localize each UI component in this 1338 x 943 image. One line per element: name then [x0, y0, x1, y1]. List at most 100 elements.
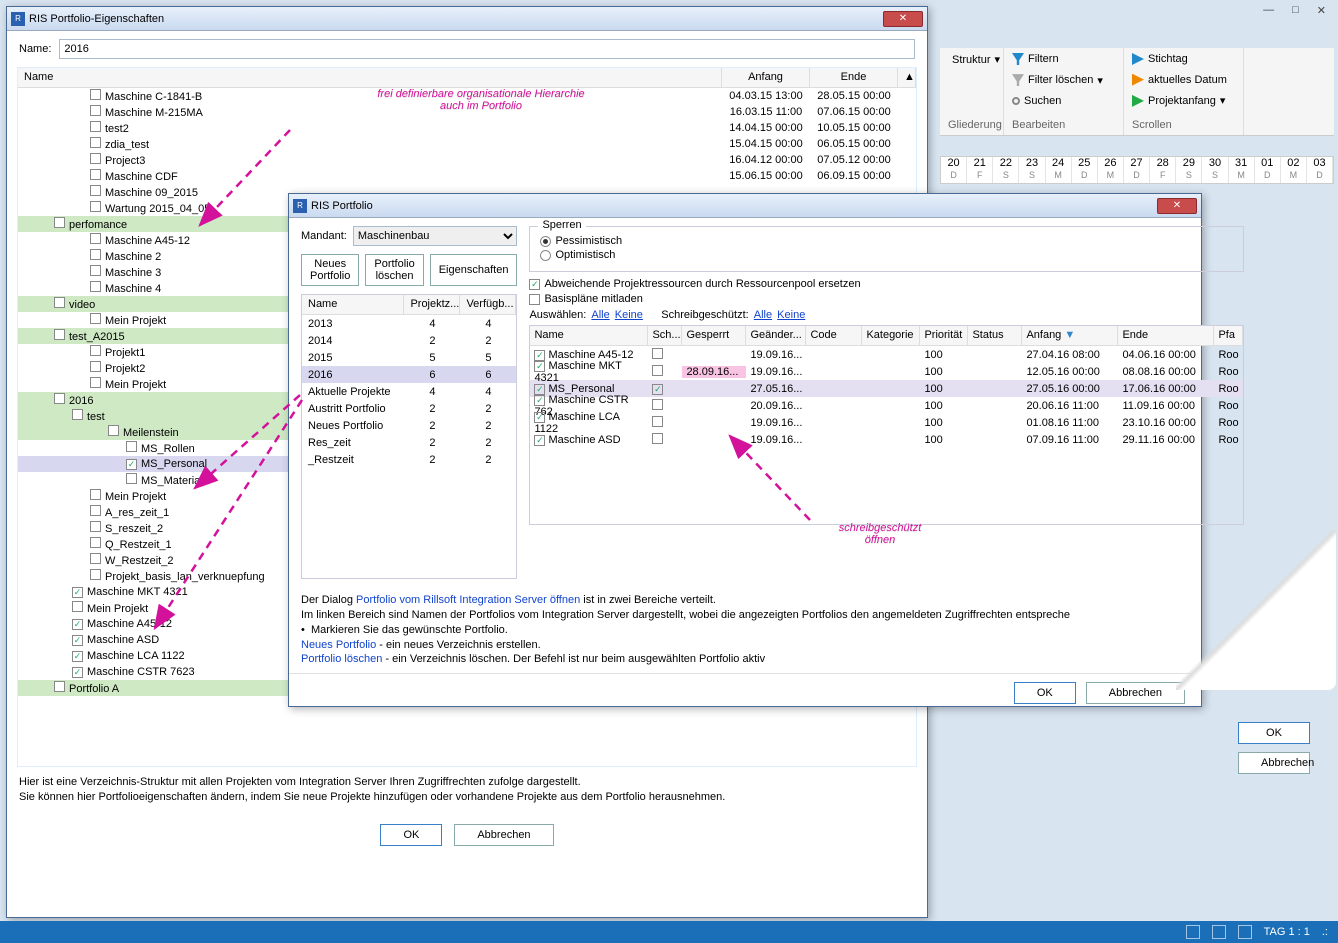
- neues-portfolio-button[interactable]: Neues Portfolio: [301, 254, 359, 286]
- radio-optimistisch[interactable]: Optimistisch: [540, 249, 1232, 261]
- project-row[interactable]: ✓Maschine ASD19.09.16...10007.09.16 11:0…: [530, 431, 1242, 448]
- checkbox-icon[interactable]: [90, 553, 101, 564]
- bg-min-button[interactable]: —: [1257, 4, 1280, 17]
- mandant-select[interactable]: Maschinenbau: [353, 226, 518, 246]
- project-table[interactable]: Name Sch... Gesperrt Geänder... Code Kat…: [529, 325, 1243, 525]
- checkbox-icon[interactable]: ✓: [72, 651, 83, 662]
- col-anfang[interactable]: Anfang: [722, 68, 810, 87]
- checkbox-icon[interactable]: [54, 681, 65, 692]
- checkbox-icon[interactable]: [72, 601, 83, 612]
- checkbox-icon[interactable]: [90, 153, 101, 164]
- checkbox-icon[interactable]: [90, 361, 101, 372]
- checkbox-icon[interactable]: [90, 185, 101, 196]
- checkbox-icon[interactable]: [90, 121, 101, 132]
- side-ok-button[interactable]: OK: [1238, 722, 1310, 744]
- eigenschaften-button[interactable]: Eigenschaften: [430, 254, 518, 286]
- dlg1-ok-button[interactable]: OK: [380, 824, 442, 846]
- auswaehlen-keine[interactable]: Keine: [615, 309, 643, 321]
- dlg1-close-button[interactable]: ✕: [883, 11, 923, 27]
- schreibgeschuetzt-alle[interactable]: Alle: [754, 309, 772, 321]
- checkbox-icon[interactable]: [90, 233, 101, 244]
- mini-col-name[interactable]: Name: [302, 295, 404, 314]
- bcol-name[interactable]: Name: [530, 326, 648, 345]
- checkbox-icon[interactable]: [90, 105, 101, 116]
- bcol-anfang[interactable]: Anfang ▼: [1022, 326, 1118, 345]
- dlg2-close-button[interactable]: ✕: [1157, 198, 1197, 214]
- checkbox-icon[interactable]: [90, 249, 101, 260]
- tree-row[interactable]: Project316.04.12 00:0007.05.12 00:00: [18, 152, 916, 168]
- checkbox-icon[interactable]: ✓: [652, 384, 663, 395]
- radio-pessimistisch[interactable]: Pessimistisch: [540, 235, 1232, 247]
- bcol-pfad[interactable]: Pfa: [1214, 326, 1242, 345]
- status-icon[interactable]: [1186, 925, 1200, 939]
- col-ende[interactable]: Ende: [810, 68, 898, 87]
- checkbox-icon[interactable]: [90, 265, 101, 276]
- checkbox-icon[interactable]: [90, 169, 101, 180]
- mini-col-projektz[interactable]: Projektz...: [404, 295, 460, 314]
- bcol-code[interactable]: Code: [806, 326, 862, 345]
- auswaehlen-alle[interactable]: Alle: [591, 309, 609, 321]
- mini-col-verfuegb[interactable]: Verfügb...: [460, 295, 516, 314]
- checkbox-icon[interactable]: [54, 297, 65, 308]
- portfolio-loeschen-button[interactable]: Portfolio löschen: [365, 254, 423, 286]
- checkbox-icon[interactable]: [90, 521, 101, 532]
- checkbox-icon[interactable]: [90, 489, 101, 500]
- checkbox-icon[interactable]: [652, 433, 663, 444]
- project-row[interactable]: ✓Maschine LCA 112219.09.16...10001.08.16…: [530, 414, 1242, 431]
- bcol-status[interactable]: Status: [968, 326, 1022, 345]
- checkbox-icon[interactable]: [90, 537, 101, 548]
- checkbox-icon[interactable]: ✓: [534, 412, 545, 423]
- portfolio-list-row[interactable]: 201666: [302, 366, 516, 383]
- portfolio-list-row[interactable]: Austritt Portfolio22: [302, 400, 516, 417]
- ribbon-filtern[interactable]: Filtern: [1012, 53, 1059, 65]
- chk-basisplaene[interactable]: Basispläne mitladen: [529, 293, 1243, 305]
- portfolio-list-row[interactable]: Neues Portfolio22: [302, 417, 516, 434]
- status-icon[interactable]: [1212, 925, 1226, 939]
- checkbox-icon[interactable]: [54, 329, 65, 340]
- project-row[interactable]: ✓Maschine MKT 432128.09.16...19.09.16...…: [530, 363, 1242, 380]
- checkbox-icon[interactable]: ✓: [534, 395, 545, 406]
- bcol-gesperrt[interactable]: Gesperrt: [682, 326, 746, 345]
- checkbox-icon[interactable]: [54, 217, 65, 228]
- checkbox-icon[interactable]: [90, 569, 101, 580]
- checkbox-icon[interactable]: ✓: [72, 635, 83, 646]
- ribbon-filter-loeschen[interactable]: Filter löschen ▾: [1012, 74, 1103, 87]
- checkbox-icon[interactable]: ✓: [72, 587, 83, 598]
- bcol-sch[interactable]: Sch...: [648, 326, 682, 345]
- tree-row[interactable]: test214.04.15 00:0010.05.15 00:00: [18, 120, 916, 136]
- checkbox-icon[interactable]: [90, 137, 101, 148]
- bg-close-button[interactable]: ✕: [1311, 4, 1332, 17]
- portfolio-list-row[interactable]: Aktuelle Projekte44: [302, 383, 516, 400]
- col-name[interactable]: Name: [18, 68, 722, 87]
- dlg1-cancel-button[interactable]: Abbrechen: [454, 824, 553, 846]
- ribbon-stichtag[interactable]: Stichtag: [1132, 53, 1188, 65]
- ribbon-projektanfang[interactable]: Projektanfang ▾: [1132, 94, 1225, 107]
- portfolio-list-row[interactable]: _Restzeit22: [302, 451, 516, 468]
- portfolio-list-row[interactable]: Res_zeit22: [302, 434, 516, 451]
- side-cancel-button[interactable]: Abbrechen: [1238, 752, 1310, 774]
- checkbox-icon[interactable]: [108, 425, 119, 436]
- tree-row[interactable]: Maschine M-215MA16.03.15 11:0007.06.15 0…: [18, 104, 916, 120]
- dlg2-cancel-button[interactable]: Abbrechen: [1086, 682, 1185, 704]
- checkbox-icon[interactable]: [652, 416, 663, 427]
- dlg2-ok-button[interactable]: OK: [1014, 682, 1076, 704]
- name-input[interactable]: [59, 39, 915, 59]
- checkbox-icon[interactable]: ✓: [534, 361, 545, 372]
- tree-row[interactable]: zdia_test15.04.15 00:0006.05.15 00:00: [18, 136, 916, 152]
- ribbon-aktuelles-datum[interactable]: aktuelles Datum: [1132, 74, 1227, 86]
- checkbox-icon[interactable]: [90, 377, 101, 388]
- checkbox-icon[interactable]: [652, 399, 663, 410]
- checkbox-icon[interactable]: ✓: [72, 667, 83, 678]
- ribbon-struktur[interactable]: Struktur ▾: [948, 53, 995, 66]
- checkbox-icon[interactable]: [126, 441, 137, 452]
- tree-row[interactable]: Maschine CDF15.06.15 00:0006.09.15 00:00: [18, 168, 916, 184]
- tree-row[interactable]: Maschine C-1841-B04.03.15 13:0028.05.15 …: [18, 88, 916, 104]
- portfolio-list[interactable]: Name Projektz... Verfügb... 201344201422…: [301, 294, 517, 579]
- ribbon-suchen[interactable]: Suchen: [1012, 95, 1061, 107]
- portfolio-list-row[interactable]: 201422: [302, 332, 516, 349]
- bcol-prioritaet[interactable]: Priorität: [920, 326, 968, 345]
- checkbox-icon[interactable]: [90, 313, 101, 324]
- checkbox-icon[interactable]: [126, 473, 137, 484]
- checkbox-icon[interactable]: [652, 348, 663, 359]
- checkbox-icon[interactable]: [72, 409, 83, 420]
